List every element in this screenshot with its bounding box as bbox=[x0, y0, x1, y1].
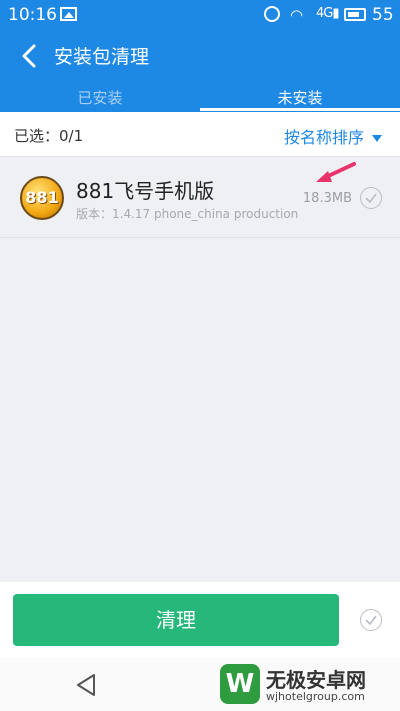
image-icon bbox=[60, 7, 77, 21]
battery-level: 55 bbox=[372, 5, 394, 25]
sort-by-name-button[interactable]: 按名称排序 bbox=[284, 124, 382, 148]
signal-icon: 4G▮ bbox=[316, 6, 339, 21]
nav-back-icon[interactable] bbox=[74, 672, 100, 698]
back-arrow-icon bbox=[22, 44, 36, 68]
wifi-icon: ◠ bbox=[290, 6, 304, 24]
signal-label: 4G bbox=[316, 6, 333, 21]
filter-bar: 已选：0/1 按名称排序 bbox=[0, 112, 400, 157]
alarm-icon bbox=[264, 6, 280, 22]
watermark: W 无极安卓网 wjhotelgroup.com bbox=[214, 662, 400, 708]
watermark-url: wjhotelgroup.com bbox=[266, 690, 365, 703]
sort-label: 按名称排序 bbox=[283, 128, 364, 147]
app-version: 版本：1.4.17 phone_china production bbox=[76, 207, 299, 221]
app-bar: 安装包清理 已安装 未安装 bbox=[0, 30, 400, 112]
back-button[interactable] bbox=[14, 40, 46, 72]
app-size: 18.3MB bbox=[302, 191, 352, 206]
clean-button[interactable]: 清理 bbox=[13, 594, 339, 646]
watermark-logo-icon: W bbox=[220, 664, 260, 704]
check-icon bbox=[365, 193, 377, 204]
status-time: 10:16 bbox=[8, 5, 57, 25]
status-bar: 10:16 ◠ 4G▮ 55 bbox=[0, 0, 400, 30]
battery-icon bbox=[344, 8, 366, 21]
selected-count: 已选：0/1 bbox=[14, 127, 84, 145]
pointer-arrow-icon bbox=[316, 162, 356, 182]
check-icon bbox=[365, 615, 377, 626]
app-icon: 881 bbox=[20, 176, 64, 220]
watermark-name: 无极安卓网 bbox=[266, 668, 366, 692]
app-name: 881飞号手机版 bbox=[76, 179, 215, 203]
item-checkbox[interactable] bbox=[360, 187, 382, 209]
tab-installed[interactable]: 已安装 bbox=[0, 84, 200, 112]
select-all-checkbox[interactable] bbox=[360, 609, 382, 631]
bottom-action-bar: 清理 bbox=[0, 582, 400, 658]
dropdown-arrow-icon bbox=[372, 135, 382, 142]
page-title: 安装包清理 bbox=[54, 46, 150, 68]
tab-indicator bbox=[200, 108, 400, 111]
